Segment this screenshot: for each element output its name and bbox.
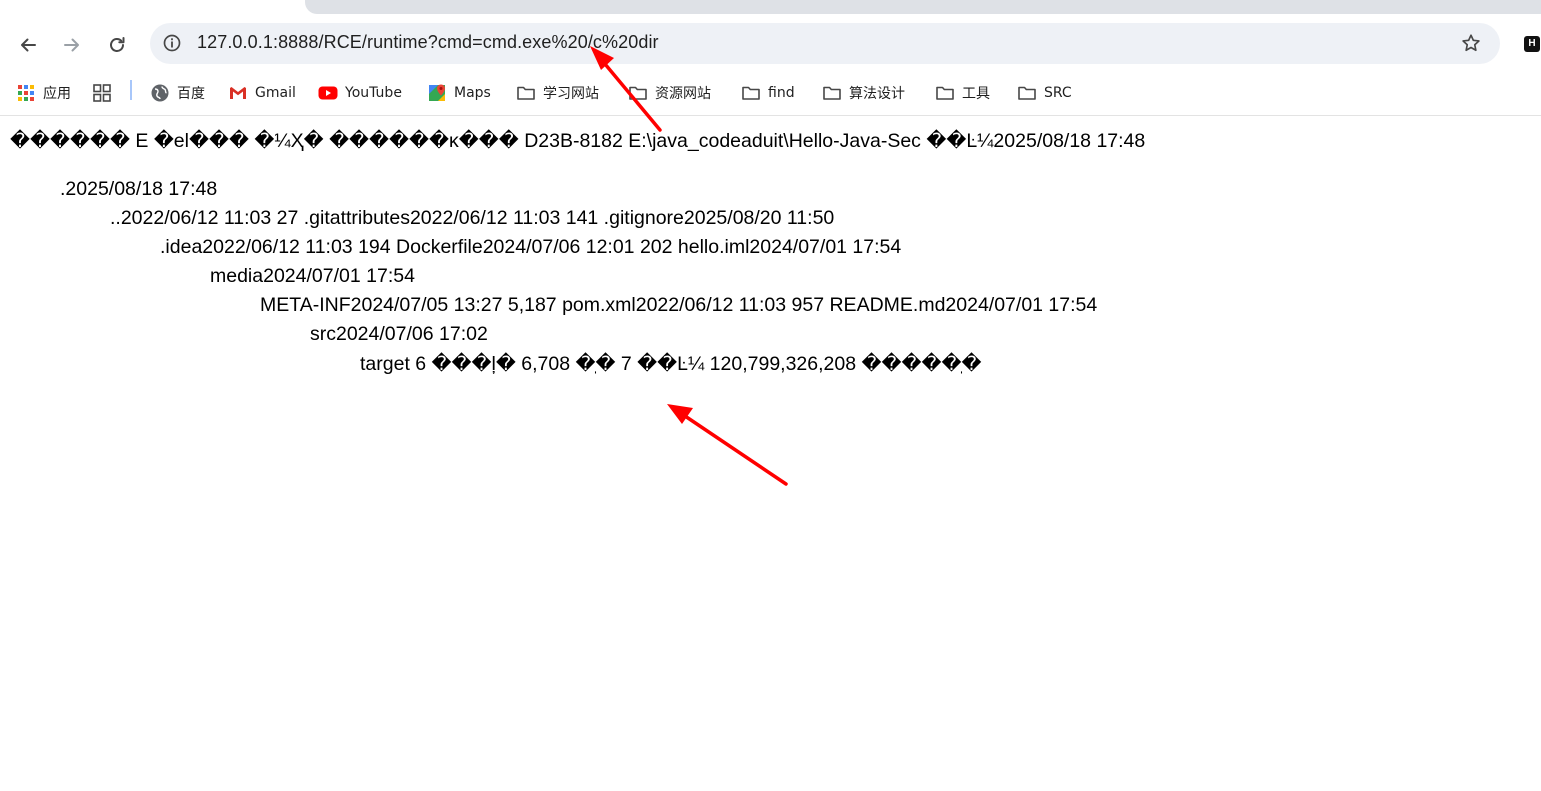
youtube-icon	[318, 86, 338, 100]
address-bar[interactable]: 127.0.0.1:8888/RCE/runtime?cmd=cmd.exe%2…	[150, 23, 1500, 64]
output-line: .idea2022/06/12 11:03 194 Dockerfile2024…	[160, 236, 902, 258]
reload-icon	[110, 37, 125, 52]
bookmark-baidu[interactable]: 百度	[150, 81, 205, 105]
output-line: target 6 ���ļ� 6,708 �ֽ� 7 ��Ŀ¼ 120,799,…	[360, 353, 982, 375]
bookmark-label: 百度	[177, 86, 205, 102]
back-button[interactable]	[16, 33, 40, 57]
bookmarks-separator	[130, 80, 132, 100]
maps-icon	[429, 84, 445, 101]
inactive-tab-area[interactable]	[305, 0, 1541, 14]
bookmark-folder-study[interactable]: 学习网站	[516, 81, 599, 105]
bookmark-label: 工具	[962, 86, 990, 102]
extension-icon[interactable]: H	[1524, 36, 1540, 52]
folder-icon	[742, 86, 760, 100]
forward-button[interactable]	[60, 33, 84, 57]
globe-icon	[151, 84, 169, 102]
bookmark-label: Maps	[454, 85, 491, 101]
tab-strip	[0, 0, 1541, 16]
bookmark-label: 应用	[43, 86, 71, 102]
output-line: ..2022/06/12 11:03 27 .gitattributes2022…	[110, 207, 835, 229]
browser-toolbar: 127.0.0.1:8888/RCE/runtime?cmd=cmd.exe%2…	[0, 16, 1541, 74]
folder-icon	[936, 86, 954, 100]
output-line: ������ E �el��� �¼Ҳ� ������ĸ��� D23B-818…	[10, 130, 1146, 152]
bookmark-folder-find[interactable]: find	[741, 81, 795, 105]
bookmark-folder-resources[interactable]: 资源网站	[628, 81, 711, 105]
bookmark-folder-algorithms[interactable]: 算法设计	[822, 81, 905, 105]
gmail-icon	[230, 87, 246, 99]
bookmark-label: 资源网站	[655, 86, 711, 102]
back-icon	[21, 38, 36, 52]
forward-icon	[64, 38, 79, 52]
reload-button[interactable]	[105, 33, 129, 57]
bookmark-label: 算法设计	[849, 86, 905, 102]
bookmark-maps[interactable]: Maps	[427, 81, 491, 105]
folder-icon	[629, 86, 647, 100]
bookmark-folder-tools[interactable]: 工具	[935, 81, 990, 105]
folder-icon	[823, 86, 841, 100]
output-line: media2024/07/01 17:54	[210, 265, 415, 287]
bookmark-label: Gmail	[255, 85, 296, 101]
star-icon[interactable]	[1460, 32, 1482, 54]
bookmark-label: YouTube	[345, 85, 402, 101]
output-line: META-INF2024/07/05 13:27 5,187 pom.xml20…	[260, 294, 1098, 316]
folder-icon	[517, 86, 535, 100]
bookmarks-bar: 应用 百度 Gmail YouTube Maps 学习网站 资源网站 find …	[0, 74, 1541, 116]
apps-grid-icon	[18, 85, 34, 101]
bookmark-label: SRC	[1044, 85, 1072, 101]
output-line: src2024/07/06 17:02	[310, 323, 488, 345]
bookmark-gmail[interactable]: Gmail	[228, 81, 296, 105]
folder-icon	[1018, 86, 1036, 100]
tab-groups-icon	[93, 84, 111, 102]
url-text[interactable]: 127.0.0.1:8888/RCE/runtime?cmd=cmd.exe%2…	[197, 32, 659, 53]
output-line: .2025/08/18 17:48	[60, 178, 218, 200]
bookmark-folder-src[interactable]: SRC	[1017, 81, 1072, 105]
bookmark-tab-groups[interactable]	[92, 81, 119, 105]
bookmark-apps[interactable]: 应用	[16, 81, 71, 105]
bookmark-label: 学习网站	[543, 86, 599, 102]
bookmark-youtube[interactable]: YouTube	[318, 81, 402, 105]
info-icon[interactable]	[162, 33, 182, 53]
bookmark-label: find	[768, 85, 795, 101]
page-content: ������ E �el��� �¼Ҳ� ������ĸ��� D23B-818…	[0, 116, 1541, 791]
